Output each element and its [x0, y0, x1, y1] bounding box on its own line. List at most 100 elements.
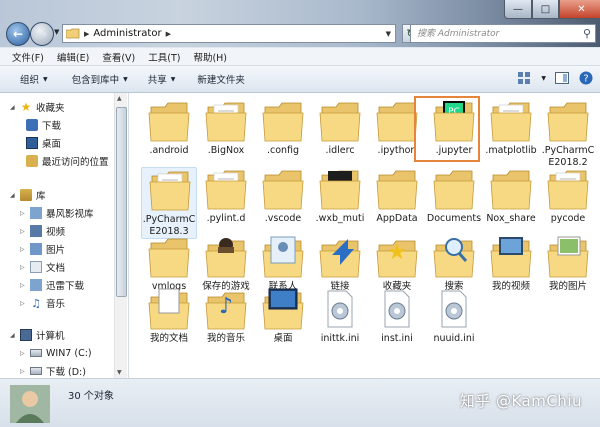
expand-arrow-icon[interactable]: ▷ — [20, 210, 28, 217]
scroll-up-icon[interactable]: ▲ — [117, 95, 122, 102]
sidebar-computer[interactable]: ◢ 计算机 — [10, 327, 65, 343]
address-dropdown-icon[interactable]: ▼ — [386, 30, 391, 38]
sidebar-item-documents[interactable]: ▷ 文档 — [20, 259, 65, 275]
file-item[interactable]: vmlogs — [141, 235, 197, 293]
window-controls: — □ ✕ — [504, 0, 600, 19]
sidebar-item-pictures[interactable]: ▷ 图片 — [20, 241, 65, 257]
preview-pane-icon[interactable] — [554, 70, 570, 86]
library-icon — [20, 189, 32, 201]
file-item-label: inittk.ini — [320, 333, 360, 344]
menu-file[interactable]: 文件(F) — [12, 50, 44, 64]
expand-arrow-icon[interactable]: ▷ — [20, 368, 28, 375]
file-item-label: 我的图片 — [548, 281, 587, 292]
sidebar-item-win7-drive[interactable]: ▷ WIN7 (C:) — [20, 345, 92, 361]
forward-button[interactable]: → — [30, 22, 54, 46]
sidebar-libraries[interactable]: ◢ 库 — [10, 187, 46, 203]
menu-help[interactable]: 帮助(H) — [193, 50, 227, 64]
file-item[interactable]: Documents — [426, 167, 482, 225]
history-dropdown-icon[interactable]: ▼ — [54, 28, 59, 36]
file-item[interactable]: .BigNox — [198, 99, 254, 157]
file-item[interactable]: inittk.ini — [312, 287, 368, 345]
minimize-button[interactable]: — — [504, 0, 532, 19]
close-button[interactable]: ✕ — [559, 0, 600, 19]
maximize-button[interactable]: □ — [532, 0, 559, 19]
expand-arrow-icon[interactable]: ▷ — [20, 350, 28, 357]
file-item[interactable]: .PyCharmCE2018.3 — [141, 167, 197, 239]
menu-view[interactable]: 查看(V) — [102, 50, 135, 64]
file-item[interactable]: 搜索 — [426, 235, 482, 293]
menu-tools[interactable]: 工具(T) — [148, 50, 180, 64]
file-item-label: .pylint.d — [206, 213, 246, 224]
organize-button[interactable]: 组织 ▼ — [20, 72, 48, 86]
file-item[interactable]: .vscode — [255, 167, 311, 225]
chevron-right-icon[interactable]: ▶ — [166, 30, 171, 38]
file-item[interactable]: 我的图片 — [540, 235, 596, 293]
folder-dark-icon — [312, 167, 368, 211]
expand-arrow-icon[interactable]: ▷ — [20, 246, 28, 253]
sidebar-item-storm[interactable]: ▷ 暴风影视库 — [20, 205, 94, 221]
search-input[interactable] — [417, 26, 577, 41]
file-item[interactable]: .android — [141, 99, 197, 157]
search-icon[interactable]: ⚲ — [583, 27, 591, 40]
chevron-down-icon[interactable]: ▼ — [541, 75, 546, 82]
breadcrumb-administrator[interactable]: Administrator — [93, 28, 161, 39]
file-item[interactable]: .matplotlib — [483, 99, 539, 157]
file-item-label: 我的视频 — [491, 281, 530, 292]
expand-arrow-icon[interactable]: ▷ — [20, 300, 28, 307]
file-item[interactable]: 链接 — [312, 235, 368, 293]
file-item[interactable]: pycode — [540, 167, 596, 225]
view-options-icon[interactable] — [517, 70, 533, 86]
file-item[interactable]: .config — [255, 99, 311, 157]
toolbar-right: ▼ ? — [517, 70, 594, 86]
sidebar-item-xunlei[interactable]: ▷ 迅雷下载 — [20, 277, 84, 293]
star-icon: ★ — [20, 100, 32, 114]
file-item[interactable]: ♪ 我的音乐 — [198, 287, 254, 345]
expand-arrow-icon[interactable]: ▷ — [20, 228, 28, 235]
new-folder-label: 新建文件夹 — [197, 75, 245, 86]
sidebar-scrollbar[interactable]: ▲ ▼ — [114, 93, 127, 378]
address-bar[interactable]: ▶ Administrator ▶ ▼ — [62, 24, 396, 43]
file-item[interactable]: Nox_share — [483, 167, 539, 225]
file-item[interactable]: nuuid.ini — [426, 287, 482, 345]
collapse-arrow-icon[interactable]: ◢ — [10, 192, 18, 199]
file-item[interactable]: inst.ini — [369, 287, 425, 345]
collapse-arrow-icon[interactable]: ◢ — [10, 332, 18, 339]
sidebar-label: 暴风影视库 — [46, 209, 94, 220]
include-in-library-button[interactable]: 包含到库中 ▼ — [72, 72, 128, 86]
search-box[interactable]: ⚲ — [410, 24, 596, 43]
menu-edit[interactable]: 编辑(E) — [57, 50, 89, 64]
back-button[interactable]: ← — [6, 22, 30, 46]
file-item[interactable]: 联系人 — [255, 235, 311, 293]
collapse-arrow-icon[interactable]: ◢ — [10, 104, 18, 111]
sidebar-item-downloads[interactable]: 下载 — [26, 117, 61, 133]
file-item[interactable]: .PyCharmCE2018.2 — [540, 99, 596, 169]
file-item[interactable]: AppData — [369, 167, 425, 225]
sidebar-item-music[interactable]: ▷ ♫ 音乐 — [20, 295, 65, 311]
help-icon[interactable]: ? — [578, 70, 594, 86]
file-item[interactable]: ★ 收藏夹 — [369, 235, 425, 293]
share-button[interactable]: 共享 ▼ — [148, 72, 176, 86]
file-item[interactable]: 我的文档 — [141, 287, 197, 345]
sidebar-item-videos[interactable]: ▷ 视频 — [20, 223, 65, 239]
expand-arrow-icon[interactable]: ▷ — [20, 264, 28, 271]
title-address-bar: — □ ✕ ← → ▼ ▶ Administrator ▶ ▼ ↻ ⚲ — [0, 0, 600, 47]
desktop-folder-icon — [255, 287, 311, 331]
library-folder-icon — [30, 207, 42, 219]
file-item[interactable]: .idlerc — [312, 99, 368, 157]
file-item[interactable]: 我的视频 — [483, 235, 539, 293]
file-item[interactable]: 桌面 — [255, 287, 311, 345]
sidebar-favorites[interactable]: ◢ ★ 收藏夹 — [10, 99, 65, 115]
file-item-label: .PyCharmCE2018.2 — [541, 145, 595, 168]
new-folder-button[interactable]: 新建文件夹 — [197, 72, 245, 86]
sidebar-item-d-drive[interactable]: ▷ 下载 (D:) — [20, 363, 86, 378]
scrollbar-thumb[interactable] — [116, 107, 127, 297]
file-item[interactable]: .pylint.d — [198, 167, 254, 225]
scroll-down-icon[interactable]: ▼ — [117, 369, 122, 376]
file-item[interactable]: .wxb_muti — [312, 167, 368, 225]
watermark: 知乎 @KamChiu — [459, 392, 582, 410]
sidebar-item-recent[interactable]: 最近访问的位置 — [26, 153, 109, 169]
sidebar-label: WIN7 (C:) — [46, 347, 92, 359]
expand-arrow-icon[interactable]: ▷ — [20, 282, 28, 289]
file-item[interactable]: 保存的游戏 — [198, 235, 254, 293]
sidebar-item-desktop[interactable]: 桌面 — [26, 135, 61, 151]
